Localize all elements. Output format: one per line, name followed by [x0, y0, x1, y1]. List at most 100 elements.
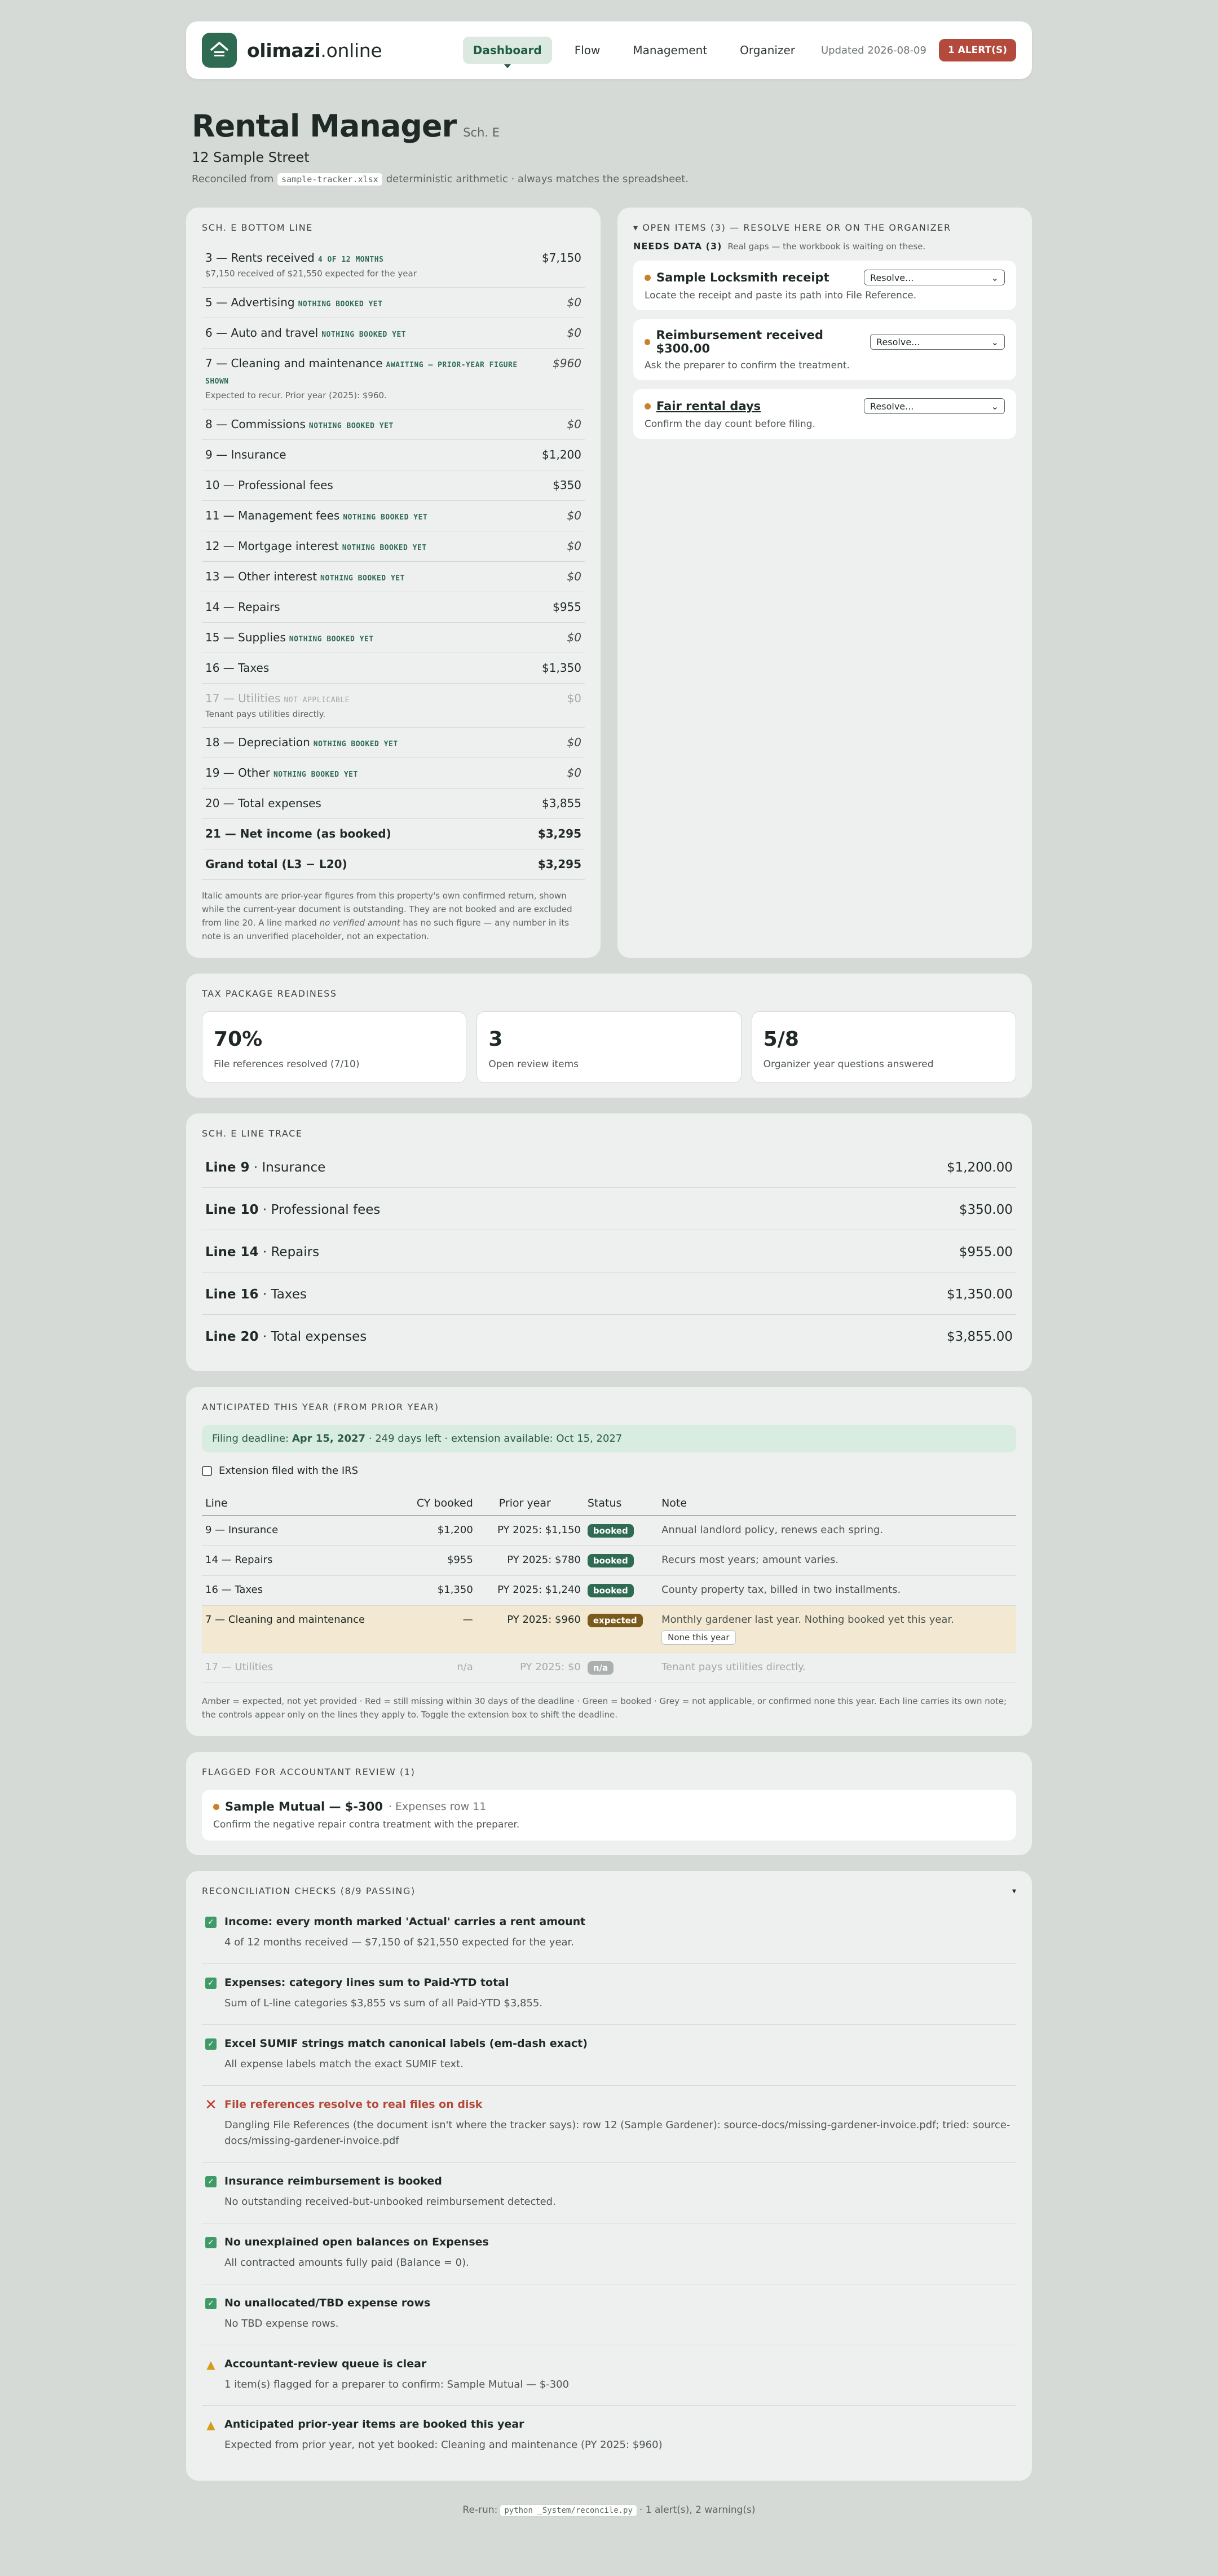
- open-item-card: Sample Locksmith receipt Resolve... ⌄ Loc…: [633, 261, 1016, 310]
- status-badge: booked: [587, 1584, 634, 1598]
- sch-e-line: 11 — Management fees NOTHING BOOKED YET $…: [202, 501, 585, 531]
- panel-title: SCH. E LINE TRACE: [202, 1128, 303, 1139]
- table-row: 9 — Insurance $1,200 PY 2025: $1,150 boo…: [202, 1516, 1016, 1547]
- resolve-select[interactable]: Resolve... ⌄: [870, 334, 1005, 350]
- sch-e-line: 7 — Cleaning and maintenance AWAITING — P…: [202, 349, 585, 409]
- sch-e-line: 19 — Other NOTHING BOOKED YET $0: [202, 758, 585, 789]
- trace-row: Line 16 · Taxes $1,350.00: [202, 1272, 1016, 1315]
- line-status-tag: NOT APPLICABLE: [284, 695, 350, 704]
- chevron-down-icon: ⌄: [991, 336, 999, 347]
- open-items-list: Sample Locksmith receipt Resolve... ⌄ Loc…: [633, 261, 1016, 439]
- sch-e-line: 6 — Auto and travel NOTHING BOOKED YET $0: [202, 318, 585, 349]
- line-amount: $0: [567, 295, 581, 309]
- flagged-item: Sample Mutual — $-300 · Expenses row 11 C…: [202, 1790, 1016, 1841]
- sch-e-line: Grand total (L3 − L20) $3,295: [202, 849, 585, 880]
- line-amount: $0: [567, 736, 581, 750]
- trace-row: Line 9 · Insurance $1,200.00: [202, 1146, 1016, 1188]
- page-title-tag: Sch. E: [463, 126, 500, 139]
- readiness-card-organizer: 5/8 Organizer year questions answered: [751, 1011, 1016, 1084]
- none-this-year-button[interactable]: None this year: [661, 1630, 736, 1645]
- status-dot-icon: [645, 274, 651, 281]
- alerts-button[interactable]: 1 ALERT(S): [938, 39, 1016, 61]
- sch-e-line: 13 — Other interest NOTHING BOOKED YET $0: [202, 562, 585, 592]
- main-nav: Dashboard Flow Management Organizer Upda…: [462, 37, 1016, 68]
- line-amount: $0: [567, 325, 581, 340]
- panel-title: FLAGGED FOR ACCOUNTANT REVIEW (1): [202, 1767, 416, 1778]
- anticipated-table: Line CY booked Prior year Status Note 9 …: [202, 1491, 1016, 1684]
- tracker-file: sample-tracker.xlsx: [277, 173, 383, 186]
- status-badge: n/a: [587, 1661, 614, 1675]
- status-badge: booked: [587, 1554, 634, 1568]
- chevron-down-icon: ⌄: [991, 400, 999, 412]
- check-row: ✓ Excel SUMIF strings match canonical la…: [202, 2025, 1016, 2086]
- page-title: Rental Manager: [192, 108, 457, 144]
- panel-title: TAX PACKAGE READINESS: [202, 988, 337, 999]
- collapse-toggle-icon[interactable]: ▾: [1012, 1887, 1016, 1896]
- line-amount: $350: [553, 478, 581, 492]
- line-amount: $3,855: [542, 796, 581, 811]
- line-status-tag: NOTHING BOOKED YET: [342, 543, 427, 552]
- nav-management[interactable]: Management: [623, 37, 717, 64]
- check-row: ✓ Insurance reimbursement is booked No o…: [202, 2163, 1016, 2224]
- nav-dashboard[interactable]: Dashboard: [462, 37, 552, 68]
- check-row: ✓ Expenses: category lines sum to Paid-Y…: [202, 1964, 1016, 2025]
- sch-e-line: 8 — Commissions NOTHING BOOKED YET $0: [202, 409, 585, 440]
- check-pass-icon: ✓: [205, 2038, 217, 2050]
- open-item-card: Fair rental days Resolve... ⌄ Confirm the…: [633, 389, 1016, 439]
- line-amount: $0: [567, 569, 581, 583]
- line-status-tag: NOTHING BOOKED YET: [313, 740, 398, 749]
- needs-data-heading: NEEDS DATA (3) Real gaps — the workbook i…: [633, 241, 926, 252]
- property-address: 12 Sample Street: [192, 149, 310, 165]
- status-badge: expected: [587, 1614, 643, 1628]
- extension-checkbox[interactable]: Extension filed with the IRS: [202, 1465, 1016, 1477]
- open-items-toggle[interactable]: ▾ OPEN ITEMS (3) — RESOLVE HERE OR ON TH…: [633, 222, 1016, 233]
- checkbox-icon[interactable]: [202, 1465, 212, 1476]
- sch-e-bottom-line-panel: SCH. E BOTTOM LINE 3 — Rents received 4 O…: [186, 208, 601, 958]
- trace-row: Line 14 · Repairs $955.00: [202, 1230, 1016, 1273]
- sch-e-line: 20 — Total expenses $3,855: [202, 789, 585, 820]
- line-trace-panel: SCH. E LINE TRACE Line 9 · Insurance $1,…: [186, 1113, 1032, 1372]
- check-row: ▲ Accountant-review queue is clear 1 ite…: [202, 2345, 1016, 2406]
- tax-readiness-panel: TAX PACKAGE READINESS 70% File references…: [186, 974, 1032, 1098]
- status-dot-icon: [645, 403, 651, 409]
- reconciliation-checks-panel: RECONCILIATION CHECKS (8/9 PASSING) ▾ ✓ I…: [186, 1871, 1032, 2481]
- line-amount: $0: [567, 417, 581, 431]
- line-status-tag: NOTHING BOOKED YET: [289, 635, 374, 644]
- logo-icon[interactable]: [202, 33, 237, 68]
- sch-e-footnote: Italic amounts are prior-year figures fr…: [202, 891, 572, 942]
- warning-icon: ▲: [206, 2357, 215, 2371]
- check-row: ✕ File references resolve to real files …: [202, 2086, 1016, 2163]
- filing-deadline-banner: Filing deadline: Apr 15, 2027 · 249 days…: [202, 1425, 1016, 1453]
- col-note: Note: [658, 1491, 1016, 1517]
- sch-e-line: 14 — Repairs $955: [202, 592, 585, 623]
- rerun-footer: Re-run: python _System/reconcile.py · 1 al…: [462, 2504, 756, 2517]
- line-amount: $1,350: [542, 660, 581, 675]
- table-row: 7 — Cleaning and maintenance — PY 2025: …: [202, 1605, 1016, 1654]
- line-amount: $3,295: [537, 827, 581, 841]
- sch-e-line-list: 3 — Rents received 4 OF 12 MONTHS $7,150 …: [202, 243, 585, 880]
- table-row: 17 — Utilities n/a PY 2025: $0 n/a Tenan…: [202, 1653, 1016, 1684]
- line-status-tag: NOTHING BOOKED YET: [298, 300, 383, 309]
- rerun-command: python _System/reconcile.py: [500, 2504, 637, 2517]
- open-items-panel: ▾ OPEN ITEMS (3) — RESOLVE HERE OR ON TH…: [617, 208, 1032, 958]
- resolve-select[interactable]: Resolve... ⌄: [864, 398, 1005, 414]
- col-line: Line: [202, 1491, 401, 1517]
- nav-organizer[interactable]: Organizer: [730, 37, 805, 64]
- line-amount: $0: [567, 691, 581, 705]
- line-status-tag: NOTHING BOOKED YET: [321, 330, 407, 339]
- table-row: 14 — Repairs $955 PY 2025: $780 booked R…: [202, 1545, 1016, 1577]
- col-prior-year: Prior year: [476, 1491, 584, 1517]
- line-amount: $960: [553, 356, 581, 370]
- panel-title: ANTICIPATED THIS YEAR (FROM PRIOR YEAR): [202, 1402, 439, 1413]
- sch-e-line: 21 — Net income (as booked) $3,295: [202, 819, 585, 850]
- nav-flow[interactable]: Flow: [564, 37, 611, 64]
- table-row: 16 — Taxes $1,350 PY 2025: $1,240 booked…: [202, 1575, 1016, 1606]
- trace-row: Line 20 · Total expenses $3,855.00: [205, 1329, 1013, 1345]
- line-amount: $0: [567, 539, 581, 553]
- resolve-select[interactable]: Resolve... ⌄: [864, 270, 1005, 285]
- trace-row: Line 10 · Professional fees $350.00: [202, 1188, 1016, 1231]
- sch-e-line: 9 — Insurance $1,200: [202, 440, 585, 470]
- line-amount: $955: [553, 600, 581, 614]
- sch-e-line: 12 — Mortgage interest NOTHING BOOKED YET…: [202, 531, 585, 562]
- page: olimazi.online Dashboard Flow Management…: [186, 0, 1032, 2549]
